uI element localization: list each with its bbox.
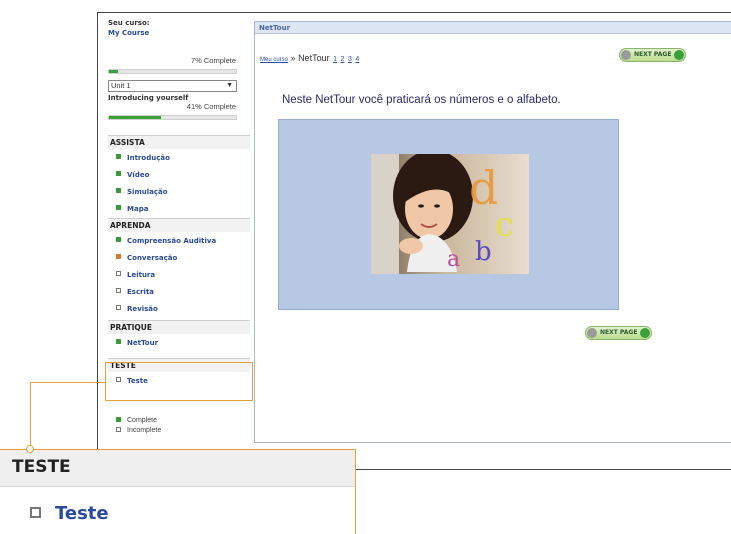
nav-item-nettour[interactable]: NetTour: [116, 337, 158, 349]
complete-icon: [116, 188, 121, 193]
nettour-panel: NetTour Meu curso » NetTour 1 2 3 4 NEXT…: [254, 21, 731, 443]
nav-item-video[interactable]: Vídeo: [116, 169, 149, 181]
nav-item-label: Escrita: [127, 288, 155, 296]
zoom-section-title: TESTE: [12, 457, 71, 477]
nav-item-label: Vídeo: [127, 171, 150, 179]
nav-item-label: Leitura: [127, 271, 156, 279]
media-area: d c a b: [278, 119, 619, 310]
callout-connector: [30, 382, 105, 383]
page-link-1[interactable]: 1: [333, 56, 337, 63]
section-pratique: PRATIQUE: [108, 320, 250, 334]
svg-text:a: a: [447, 247, 460, 272]
complete-icon: [116, 154, 121, 159]
breadcrumb-current: NetTour: [298, 53, 330, 63]
teste-highlight: [105, 362, 253, 401]
zoom-item-label: Teste: [55, 503, 109, 524]
next-page-button-bottom[interactable]: NEXT PAGE: [585, 326, 653, 340]
app-window: Seu curso: My Course 7% Complete Unit 1 …: [97, 12, 731, 470]
nav-item-mapa[interactable]: Mapa: [116, 203, 148, 215]
arrow-right-icon: [640, 328, 651, 338]
nav-item-label: Simulação: [127, 188, 168, 196]
complete-icon: [116, 205, 121, 210]
incomplete-icon: [116, 305, 121, 310]
callout-dot: [26, 445, 34, 453]
legend-label: Complete: [127, 417, 157, 424]
nav-item-leitura[interactable]: Leitura: [116, 269, 155, 281]
course-progress-bar: [108, 69, 237, 74]
legend-incomplete: Incomplete: [116, 427, 161, 434]
callout-connector: [30, 382, 31, 449]
complete-icon: [116, 417, 121, 422]
legend-complete: Complete: [116, 417, 157, 424]
incomplete-icon: [116, 271, 121, 276]
unit-select[interactable]: Unit 1 ▼: [108, 80, 237, 92]
circle-icon: [621, 50, 631, 60]
nav-item-label: NetTour: [127, 339, 159, 347]
nav-item-label: Revisão: [127, 305, 158, 313]
breadcrumb-separator: »: [290, 53, 296, 63]
next-page-label: NEXT PAGE: [600, 329, 638, 336]
complete-icon: [116, 237, 121, 242]
section-assista: ASSISTA: [108, 135, 250, 149]
intro-text: Neste NetTour você praticará os números …: [282, 94, 561, 106]
in-progress-icon: [116, 254, 121, 259]
svg-text:b: b: [475, 237, 492, 267]
breadcrumb: Meu curso » NetTour 1 2 3 4: [260, 53, 359, 63]
legend-label: Incomplete: [127, 427, 162, 434]
lesson-progress-bar: [108, 115, 237, 120]
next-page-label: NEXT PAGE: [634, 51, 672, 58]
arrow-right-icon: [674, 50, 685, 60]
course-progress-text: 7% Complete: [190, 56, 236, 65]
lesson-progress-text: 41% Complete: [186, 102, 236, 111]
nav-item-label: Compreensão Auditiva: [127, 237, 217, 245]
page-link-2[interactable]: 2: [341, 56, 345, 63]
nav-item-label: Introdução: [127, 154, 170, 162]
course-name-link[interactable]: My Course: [108, 29, 149, 37]
nav-item-conversacao[interactable]: Conversação: [116, 252, 177, 264]
svg-text:c: c: [495, 205, 514, 245]
lesson-title: Introducing yourself: [108, 94, 189, 102]
zoom-section-header: TESTE: [0, 450, 355, 487]
section-aprenda: APRENDA: [108, 218, 250, 232]
nav-item-compreensao-auditiva[interactable]: Compreensão Auditiva: [116, 235, 216, 247]
woman-with-letters-image: d c a b: [371, 154, 529, 274]
circle-icon: [587, 328, 597, 338]
chevron-down-icon: ▼: [226, 82, 233, 89]
next-page-button-top[interactable]: NEXT PAGE: [619, 48, 687, 62]
unit-select-value: Unit 1: [111, 81, 131, 90]
page-link-3[interactable]: 3: [348, 56, 352, 63]
incomplete-icon: [30, 507, 41, 518]
nav-item-label: Conversação: [127, 254, 178, 262]
zoom-callout: TESTE Teste: [0, 449, 356, 534]
complete-icon: [116, 171, 121, 176]
nav-item-introducao[interactable]: Introdução: [116, 152, 170, 164]
nav-item-label: Mapa: [127, 205, 149, 213]
nav-item-escrita[interactable]: Escrita: [116, 286, 154, 298]
nav-item-revisao[interactable]: Revisão: [116, 303, 158, 315]
incomplete-icon: [116, 427, 121, 432]
zoom-teste-item[interactable]: Teste: [30, 503, 109, 524]
incomplete-icon: [116, 288, 121, 293]
complete-icon: [116, 339, 121, 344]
page-link-4[interactable]: 4: [355, 56, 359, 63]
breadcrumb-home-link[interactable]: Meu curso: [260, 57, 288, 63]
course-label: Seu curso:: [108, 19, 150, 27]
nav-item-simulacao[interactable]: Simulação: [116, 186, 168, 198]
panel-title: NetTour: [255, 22, 731, 34]
